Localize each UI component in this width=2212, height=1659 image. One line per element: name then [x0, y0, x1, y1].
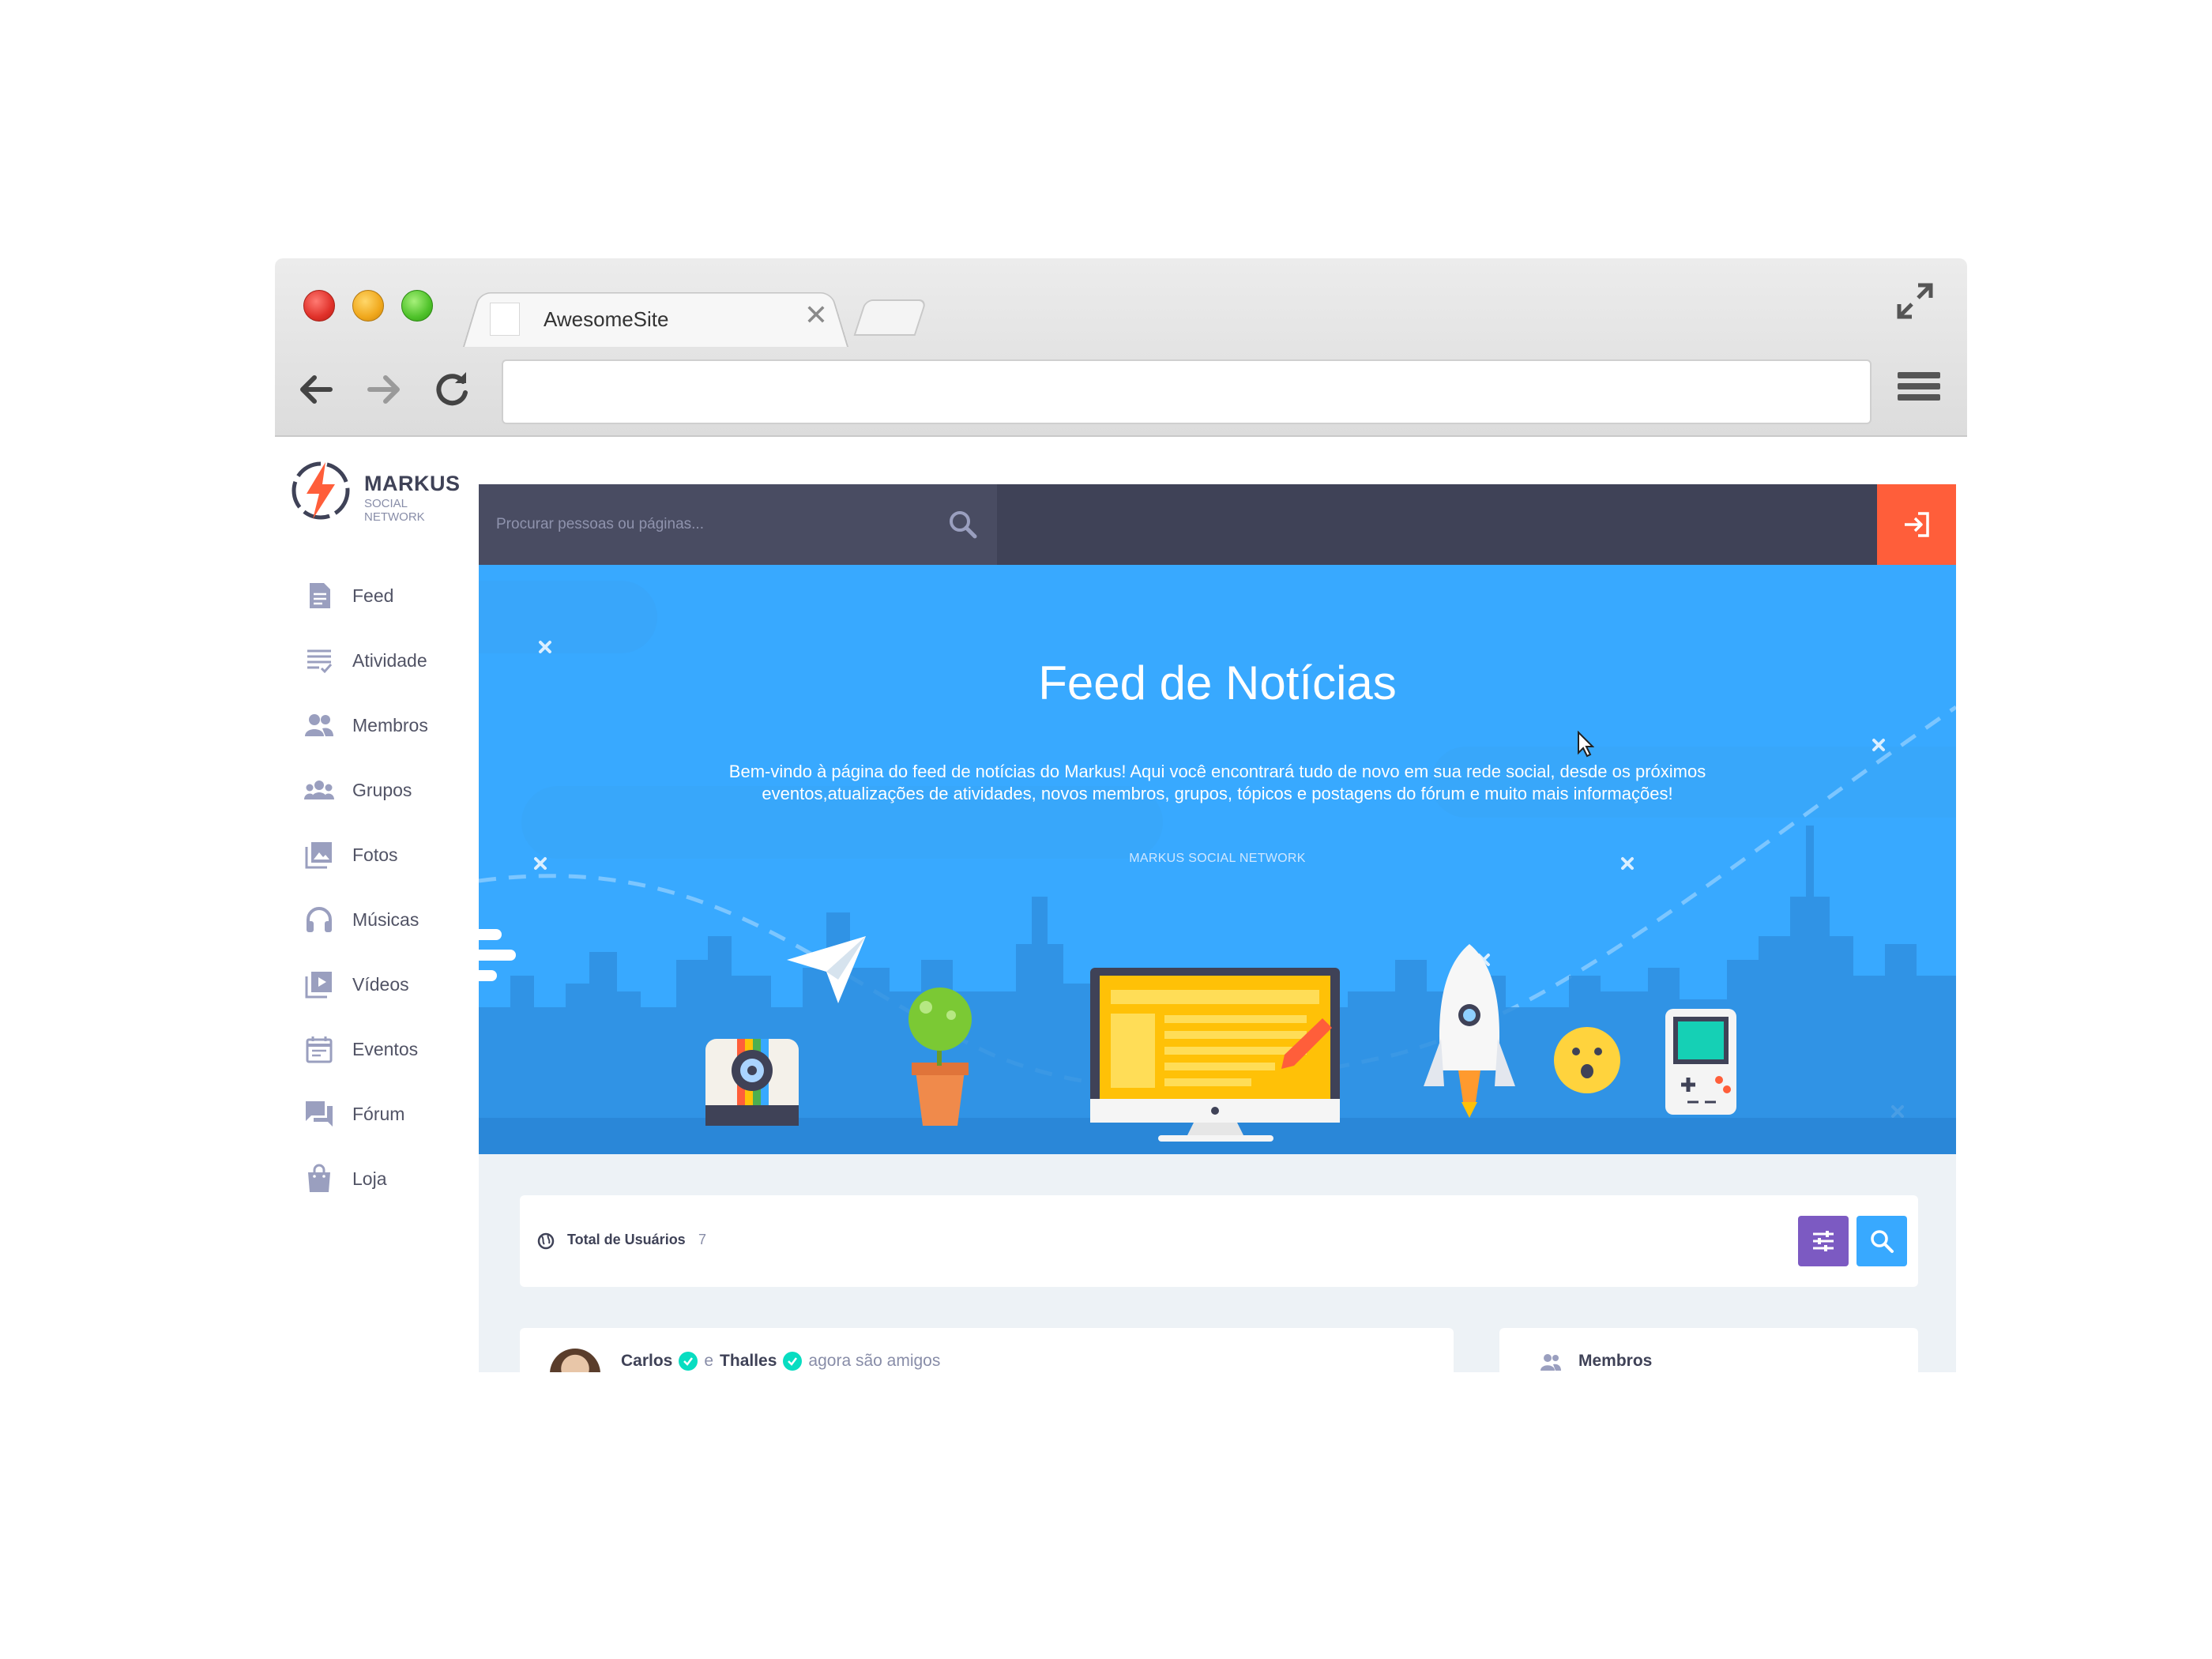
zoom-window-button[interactable] — [401, 290, 433, 322]
find-users-button[interactable] — [1856, 1216, 1907, 1266]
total-users-label: Total de Usuários — [567, 1232, 686, 1247]
sidebar-item-musicas[interactable]: Músicas — [275, 887, 479, 952]
hero-banner: Feed de Notícias Bem-vindo à página do f… — [479, 565, 1956, 1154]
members-icon — [305, 714, 333, 736]
top-header — [479, 484, 1956, 565]
avatar[interactable] — [550, 1349, 600, 1372]
sidebar-item-label: Grupos — [352, 779, 412, 800]
tab-title: AwesomeSite — [544, 307, 669, 331]
lightning-logo-icon — [292, 461, 350, 520]
browser-tab[interactable]: AwesomeSite ✕ — [463, 285, 848, 347]
sidebar-item-forum[interactable]: Fórum — [275, 1082, 479, 1146]
sidebar-item-feed[interactable]: Feed — [275, 563, 479, 628]
sidebar-item-label: Loja — [352, 1168, 387, 1189]
globe-icon — [537, 1232, 555, 1250]
search-icon — [1871, 1230, 1894, 1253]
total-users-count: 7 — [698, 1232, 707, 1247]
close-window-button[interactable] — [303, 290, 335, 322]
users-stats-card: Total de Usuários 7 — [520, 1195, 1918, 1287]
page-viewport: MARKUS SOCIAL NETWORK Feed Atividade Mem… — [275, 437, 1967, 1372]
activity-text: agora são amigos — [808, 1352, 941, 1370]
sidebar-item-label: Feed — [352, 585, 394, 606]
logo-title: MARKUS — [364, 472, 461, 495]
members-widget-title: Membros — [1578, 1352, 1653, 1370]
sidebar-item-label: Atividade — [352, 649, 427, 671]
browser-window: AwesomeSite ✕ MARKUS SOCIAL NETWORK Feed… — [275, 258, 1967, 1372]
sidebar-item-membros[interactable]: Membros — [275, 693, 479, 758]
side-navigation: Feed Atividade Membros Grupos Fotos Músi… — [275, 563, 479, 1211]
login-button[interactable] — [1877, 484, 1956, 565]
browser-chrome: AwesomeSite ✕ — [275, 258, 1967, 437]
minimize-window-button[interactable] — [352, 290, 384, 322]
sidebar-item-fotos[interactable]: Fotos — [275, 822, 479, 887]
sidebar-item-videos[interactable]: Vídeos — [275, 952, 479, 1017]
sidebar-item-label: Vídeos — [352, 973, 409, 995]
address-bar[interactable] — [502, 359, 1872, 424]
hero-title: Feed de Notícias — [1038, 656, 1397, 709]
hero-description: Bem-vindo à página do feed de notícias d… — [728, 762, 1706, 803]
markus-logo[interactable]: MARKUS SOCIAL NETWORK — [289, 453, 471, 524]
filter-button[interactable] — [1798, 1216, 1849, 1266]
activity-list-icon — [307, 649, 333, 674]
sliders-icon — [1813, 1231, 1834, 1251]
members-icon — [1540, 1354, 1561, 1371]
sidebar-item-label: Eventos — [352, 1038, 419, 1059]
video-icon — [305, 972, 332, 999]
fullscreen-icon[interactable] — [1894, 280, 1936, 322]
new-tab-button[interactable] — [853, 299, 927, 336]
groups-icon — [304, 781, 334, 799]
header-search — [479, 484, 997, 565]
sidebar-item-loja[interactable]: Loja — [275, 1146, 479, 1211]
browser-menu-icon[interactable] — [1898, 372, 1940, 408]
document-icon — [310, 583, 330, 608]
shopping-bag-icon — [308, 1164, 330, 1192]
left-sidebar: MARKUS SOCIAL NETWORK Feed Atividade Mem… — [275, 437, 479, 1372]
search-input[interactable] — [496, 508, 939, 541]
forward-arrow-icon[interactable] — [362, 367, 406, 412]
sidebar-item-label: Fórum — [352, 1103, 405, 1124]
back-arrow-icon[interactable] — [294, 367, 338, 412]
sidebar-item-label: Fotos — [352, 844, 398, 865]
page-favicon-icon — [490, 303, 520, 336]
logo-subtitle: SOCIAL NETWORK — [364, 497, 425, 524]
activity-post: Carlos e Thalles agora são amigos — [520, 1328, 1454, 1372]
headphones-icon — [307, 907, 332, 932]
verified-icon — [679, 1352, 698, 1371]
hero-subtitle: MARKUS SOCIAL NETWORK — [1129, 852, 1306, 865]
main-content: Feed de Notícias Bem-vindo à página do f… — [479, 484, 1956, 1372]
mouse-cursor-icon — [1578, 731, 1594, 758]
verified-icon — [783, 1352, 803, 1371]
sidebar-item-eventos[interactable]: Eventos — [275, 1017, 479, 1082]
photos-icon — [305, 842, 332, 869]
user-name-link[interactable]: Carlos — [621, 1352, 672, 1371]
forum-icon — [306, 1101, 333, 1127]
user-name-link[interactable]: Thalles — [720, 1352, 777, 1371]
reload-icon[interactable] — [430, 367, 474, 412]
friendship-activity: Carlos e Thalles agora são amigos — [621, 1352, 940, 1371]
tab-close-icon[interactable]: ✕ — [804, 301, 828, 329]
sidebar-item-grupos[interactable]: Grupos — [275, 758, 479, 822]
sidebar-item-label: Músicas — [352, 908, 419, 930]
sidebar-item-atividade[interactable]: Atividade — [275, 628, 479, 693]
browser-toolbar — [275, 347, 1967, 437]
login-icon — [1905, 512, 1929, 537]
members-widget: Membros — [1499, 1328, 1918, 1372]
connector-text: e — [704, 1352, 714, 1370]
sidebar-item-label: Membros — [352, 714, 428, 735]
calendar-icon — [306, 1036, 333, 1063]
search-icon[interactable] — [945, 506, 981, 543]
